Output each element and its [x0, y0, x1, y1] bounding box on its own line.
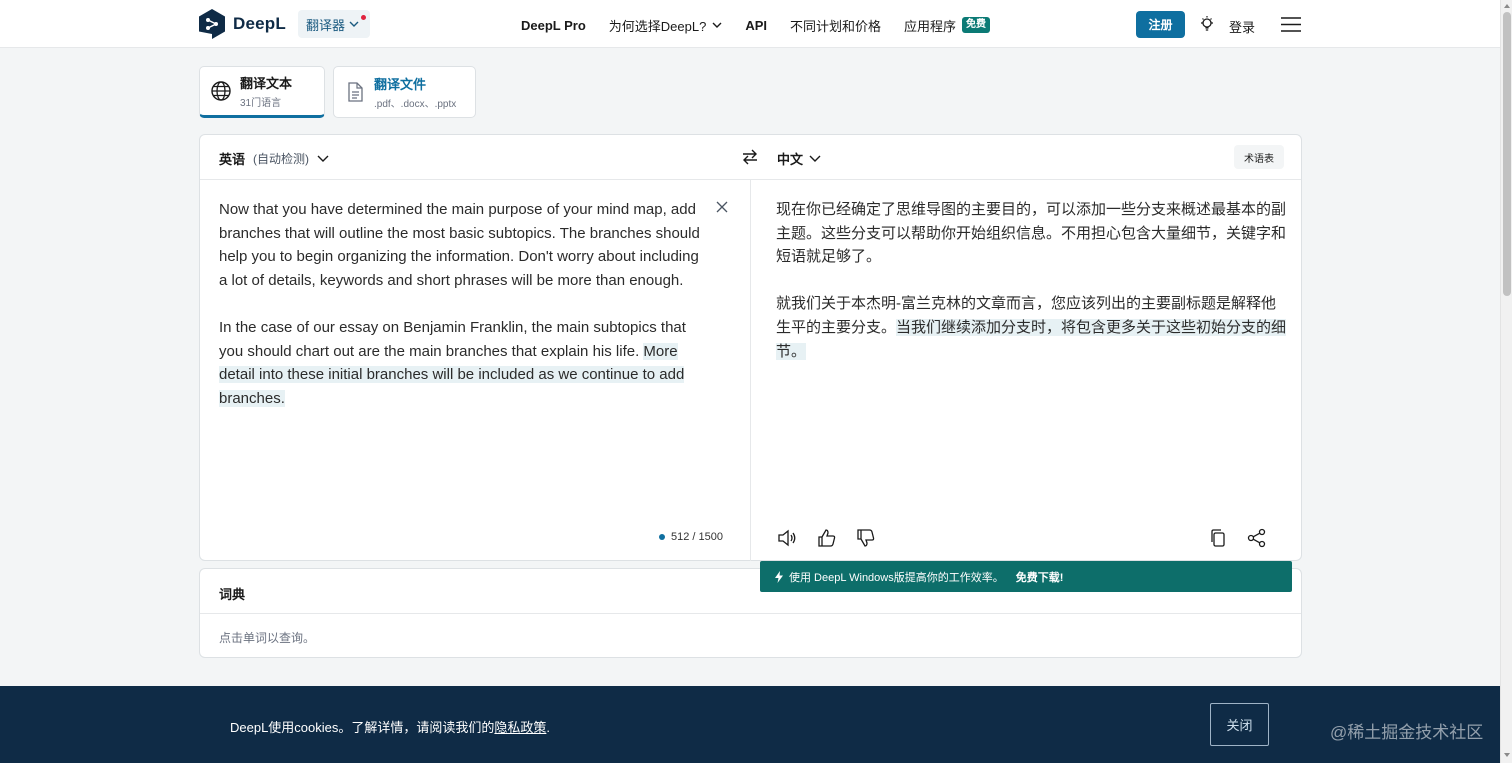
chevron-down-icon: [349, 21, 359, 27]
top-navigation: DeepL 翻译器 DeepL Pro 为何选择DeepL? API 不同计划和…: [0, 0, 1500, 48]
translator-label: 翻译器: [306, 17, 346, 33]
cookie-banner: DeepL使用cookies。了解详情，请阅读我们的隐私政策. 关闭 @稀土掘金…: [0, 686, 1500, 763]
scrollbar-thumb[interactable]: [1503, 12, 1511, 296]
source-paragraph-2: In the case of our essay on Benjamin Fra…: [219, 316, 709, 410]
windows-app-promo-banner[interactable]: 使用 DeepL Windows版提高你的工作效率。 免费下载!: [760, 561, 1292, 592]
cookie-notice-text: DeepL使用cookies。了解详情，请阅读我们的: [230, 720, 495, 735]
character-counter: 512 / 1500: [659, 531, 723, 543]
deepl-logo-icon: [199, 9, 225, 39]
tab-file-title: 翻译文件: [374, 77, 427, 92]
nav-api[interactable]: API: [745, 18, 767, 33]
free-badge: 免费: [962, 17, 991, 33]
free-download-link[interactable]: 免费下载!: [1016, 569, 1064, 585]
tab-translate-files[interactable]: 翻译文件 .pdf、.docx、.pptx: [333, 66, 476, 118]
lightbulb-icon[interactable]: [1199, 15, 1215, 33]
cookie-notice-suffix: .: [546, 720, 551, 735]
lightning-bolt-icon: [775, 570, 783, 583]
translator-dropdown[interactable]: 翻译器: [298, 10, 370, 38]
nav-why-deepl-label: 为何选择DeepL?: [608, 18, 707, 34]
speaker-icon[interactable]: [777, 528, 797, 548]
source-paragraph-1: Now that you have determined the main pu…: [219, 201, 700, 289]
nav-pricing[interactable]: 不同计划和价格: [790, 16, 881, 35]
watermark-text: @稀土掘金技术社区: [1330, 723, 1484, 742]
clear-text-icon[interactable]: [716, 201, 728, 213]
nav-apps-label: 应用程序: [904, 18, 957, 34]
dictionary-title: 词典: [219, 587, 246, 602]
cookie-notice: DeepL使用cookies。了解详情，请阅读我们的隐私政策.: [230, 717, 550, 736]
tab-translate-text[interactable]: 翻译文本 31门语言: [199, 66, 325, 118]
glossary-button[interactable]: 术语表: [1234, 145, 1284, 169]
target-paragraph-1: 现在你已经确定了思维导图的主要目的，可以添加一些分支来概述最基本的副主题。这些分…: [776, 201, 1287, 266]
dictionary-divider: [200, 613, 1301, 614]
promo-text: 使用 DeepL Windows版提高你的工作效率。: [789, 571, 1004, 584]
cookie-close-button[interactable]: 关闭: [1210, 703, 1269, 746]
copy-icon[interactable]: [1208, 528, 1228, 548]
scroll-up-arrow-icon[interactable]: [1504, 3, 1510, 9]
translation-output[interactable]: 现在你已经确定了思维导图的主要目的，可以添加一些分支来概述最基本的副主题。这些分…: [776, 198, 1288, 387]
chevron-down-icon: [712, 22, 722, 28]
deepl-logo[interactable]: DeepL: [199, 8, 286, 40]
source-paragraph-2-text: In the case of our essay on Benjamin Fra…: [219, 318, 686, 360]
tab-text-subtitle: 31门语言: [240, 98, 282, 109]
page-scrollbar[interactable]: [1500, 0, 1512, 763]
hamburger-menu-icon[interactable]: [1281, 17, 1301, 32]
nav-why-deepl[interactable]: 为何选择DeepL?: [609, 16, 723, 35]
signup-button[interactable]: 注册: [1136, 11, 1185, 38]
chevron-down-icon: [809, 155, 821, 162]
counter-dot: [659, 534, 665, 540]
target-paragraph-2: 就我们关于本杰明-富兰克林的文章而言，您应该列出的主要副标题是解释他生平的主要分…: [776, 292, 1288, 363]
dictionary-hint: 点击单词以查询。: [219, 631, 316, 645]
language-bar: 英语 (自动检测) 中文 术语表: [200, 135, 1301, 180]
chevron-down-icon: [317, 155, 329, 162]
character-count-text: 512 / 1500: [671, 531, 723, 543]
nav-apps[interactable]: 应用程序 免费: [904, 16, 991, 35]
privacy-policy-link[interactable]: 隐私政策: [494, 720, 546, 735]
translator-panel: 英语 (自动检测) 中文 术语表 Now that you have deter…: [199, 134, 1302, 561]
globe-icon: [211, 81, 231, 101]
source-language-selector[interactable]: 英语 (自动检测): [219, 149, 329, 168]
login-link[interactable]: 登录: [1229, 17, 1255, 36]
scroll-down-arrow-icon[interactable]: [1504, 752, 1510, 758]
tab-file-subtitle: .pdf、.docx、.pptx: [374, 99, 457, 110]
thumbs-up-icon[interactable]: [817, 528, 837, 548]
panel-divider: [750, 180, 751, 561]
swap-languages-icon[interactable]: [741, 149, 759, 165]
nav-deepl-pro[interactable]: DeepL Pro: [521, 18, 586, 33]
share-icon[interactable]: [1247, 528, 1267, 548]
source-text-input[interactable]: Now that you have determined the main pu…: [219, 198, 709, 434]
logo-text: DeepL: [233, 14, 286, 33]
source-language-name: 英语: [219, 152, 246, 167]
auto-detect-label: (自动检测): [253, 152, 310, 166]
target-language-selector[interactable]: 中文: [777, 149, 821, 168]
target-language-name: 中文: [777, 152, 804, 167]
document-icon: [348, 82, 363, 102]
main-nav: DeepL Pro 为何选择DeepL? API 不同计划和价格 应用程序 免费: [521, 14, 1013, 36]
thumbs-down-icon[interactable]: [856, 528, 876, 548]
notification-dot: [361, 15, 366, 20]
tab-text-title: 翻译文本: [240, 76, 293, 91]
